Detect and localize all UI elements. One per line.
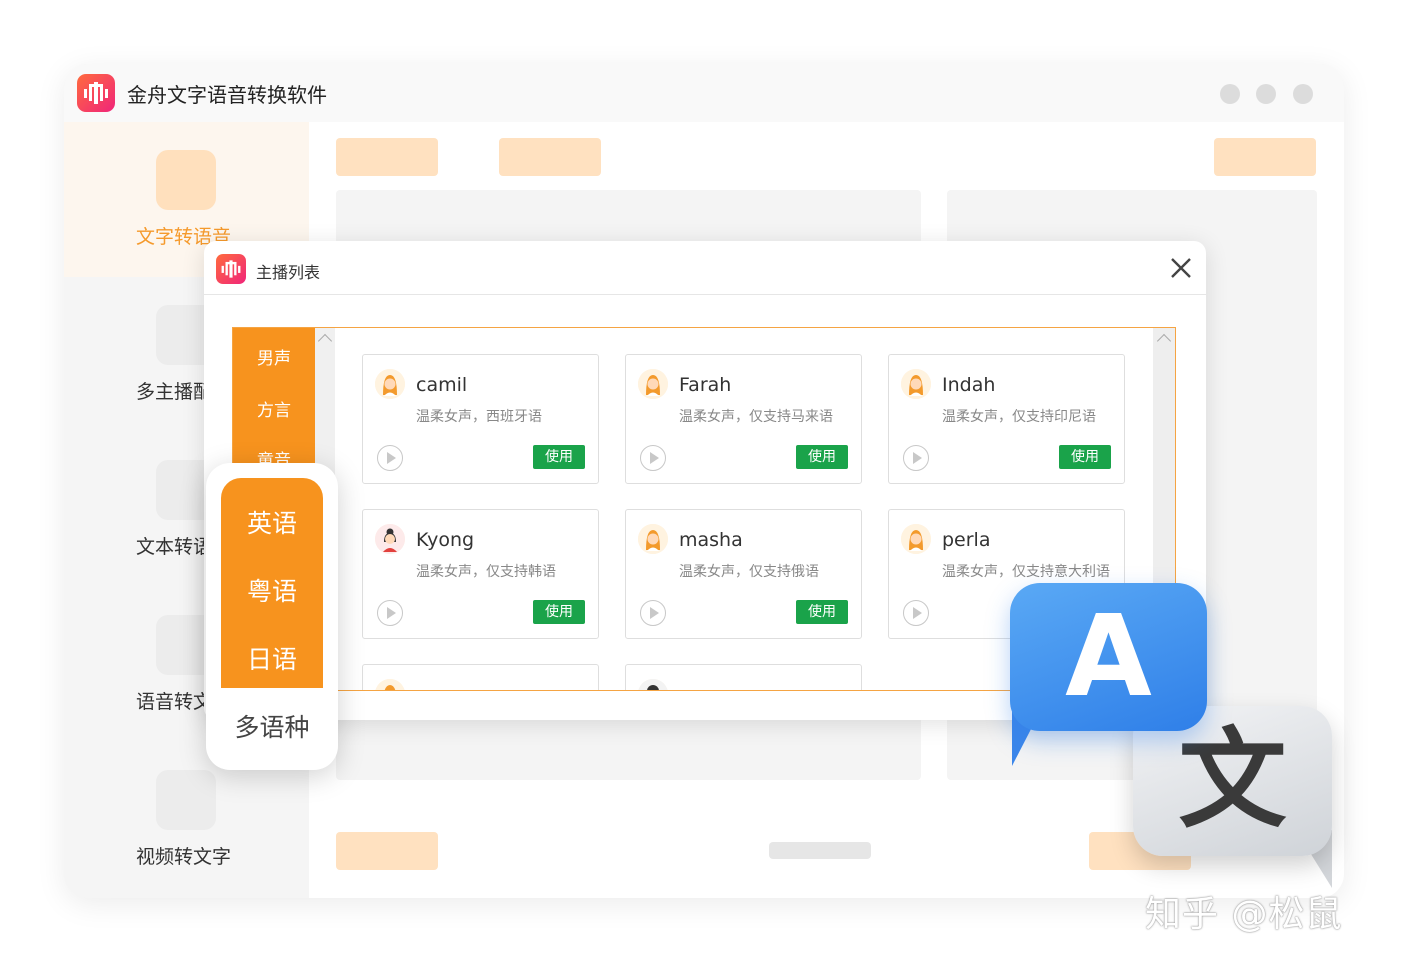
watermark: 知乎 @松鼠 xyxy=(1145,894,1343,935)
use-button[interactable]: 使用 xyxy=(533,445,585,469)
anchor-description: 温柔女声，仅支持俄语 xyxy=(679,564,819,580)
scroll-up-icon[interactable] xyxy=(1156,333,1172,349)
use-button[interactable]: 使用 xyxy=(1059,445,1111,469)
anchor-name: perla xyxy=(942,529,991,551)
anchor-card[interactable]: Kyong 温柔女声，仅支持韩语 使用 xyxy=(362,509,599,639)
anchor-description: 温柔女声，仅支持韩语 xyxy=(416,564,556,580)
window-close-button[interactable] xyxy=(1293,84,1313,104)
app-logo-icon xyxy=(77,74,115,112)
toolbar-button-placeholder[interactable] xyxy=(499,138,601,176)
play-icon[interactable] xyxy=(640,600,666,626)
anchor-description: 温柔女声，仅支持意大利语 xyxy=(942,564,1110,580)
female-avatar-icon xyxy=(375,679,405,690)
female-avatar-icon xyxy=(901,369,931,399)
sidebar-item-label: 视频转文字 xyxy=(136,846,232,868)
play-icon[interactable] xyxy=(377,600,403,626)
category-item-dialect[interactable]: 方言 xyxy=(233,396,315,421)
toolbar-button-placeholder[interactable] xyxy=(336,138,438,176)
anchor-name: camil xyxy=(416,374,468,396)
language-list: 英语 粤语 日语 xyxy=(221,478,323,688)
anchor-card[interactable]: masha 温柔女声，仅支持俄语 使用 xyxy=(625,509,862,639)
anchor-card[interactable]: Indah 温柔女声，仅支持印尼语 使用 xyxy=(888,354,1125,484)
anchor-name: Kyong xyxy=(416,529,475,551)
language-item-cantonese[interactable]: 粤语 xyxy=(221,572,323,608)
use-button[interactable]: 使用 xyxy=(796,600,848,624)
anchor-name: Farah xyxy=(679,374,732,396)
app-title: 金舟文字语音转换软件 xyxy=(127,83,327,107)
female-avatar-icon xyxy=(638,369,668,399)
anchor-card[interactable] xyxy=(625,664,862,690)
language-item-japanese[interactable]: 日语 xyxy=(221,640,323,676)
dialog-title: 主播列表 xyxy=(256,263,321,282)
anchor-name: masha xyxy=(679,529,743,551)
sidebar-item-label: 文本转语 xyxy=(136,536,213,558)
anchor-card[interactable]: Farah 温柔女声，仅支持马来语 使用 xyxy=(625,354,862,484)
use-button[interactable]: 使用 xyxy=(533,600,585,624)
anchor-description: 温柔女声，西班牙语 xyxy=(416,409,542,425)
anchor-name: Indah xyxy=(942,374,996,396)
anchor-description: 温柔女声，仅支持马来语 xyxy=(679,409,833,425)
play-icon[interactable] xyxy=(640,445,666,471)
close-icon[interactable] xyxy=(1168,255,1194,281)
title-bar: 金舟文字语音转换软件 xyxy=(64,64,1344,122)
dialog-header: 主播列表 xyxy=(204,241,1206,295)
multi-language-label[interactable]: 多语种 xyxy=(206,708,338,744)
video-to-text-icon xyxy=(156,770,216,830)
app-logo-icon xyxy=(216,254,246,284)
anchor-card[interactable] xyxy=(362,664,599,690)
female-avatar-icon xyxy=(638,524,668,554)
play-icon[interactable] xyxy=(903,445,929,471)
progress-placeholder xyxy=(769,842,871,859)
play-icon[interactable] xyxy=(903,600,929,626)
sidebar-item-label: 语音转文 xyxy=(136,691,213,713)
female-avatar-icon xyxy=(638,679,668,690)
female-avatar-icon xyxy=(901,524,931,554)
category-item-male[interactable]: 男声 xyxy=(233,344,315,369)
letter-a-icon: A xyxy=(1065,592,1152,722)
female-avatar-icon xyxy=(375,524,405,554)
language-popup: 英语 粤语 日语 多语种 xyxy=(206,463,338,770)
anchor-card[interactable]: camil 温柔女声，西班牙语 使用 xyxy=(362,354,599,484)
sidebar-item-label: 多主播配 xyxy=(136,381,213,403)
play-icon[interactable] xyxy=(377,445,403,471)
use-button[interactable]: 使用 xyxy=(796,445,848,469)
female-avatar-icon xyxy=(375,369,405,399)
toolbar-button-placeholder[interactable] xyxy=(1214,138,1316,176)
scroll-up-icon[interactable] xyxy=(317,333,333,349)
minimize-button[interactable] xyxy=(1220,84,1240,104)
maximize-button[interactable] xyxy=(1256,84,1276,104)
language-item-english[interactable]: 英语 xyxy=(221,504,323,540)
text-to-speech-icon xyxy=(156,150,216,210)
bottom-button-placeholder[interactable] xyxy=(336,832,438,870)
anchor-description: 温柔女声，仅支持印尼语 xyxy=(942,409,1096,425)
